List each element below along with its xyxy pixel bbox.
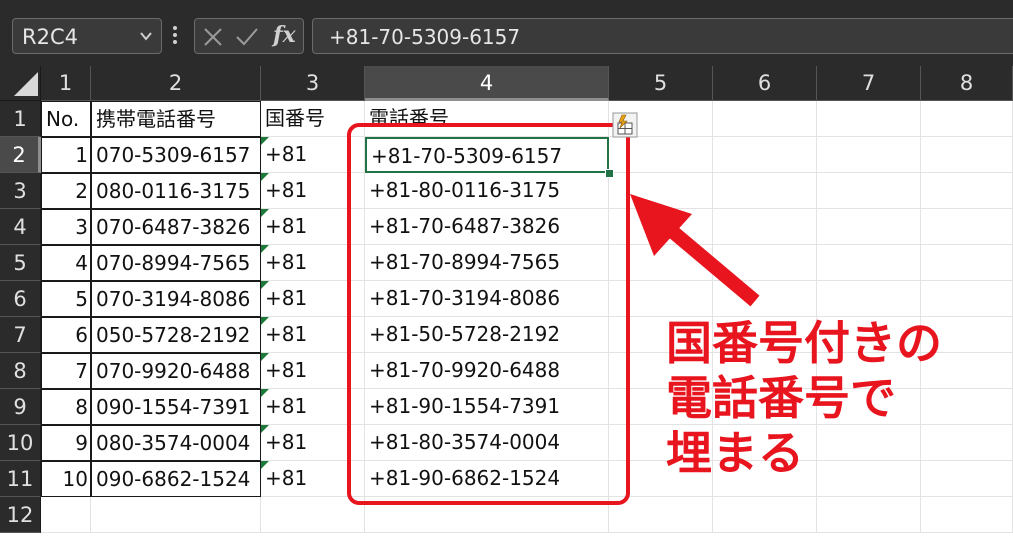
formula-bar: R2C4 fx +81-70-5309-6157	[0, 8, 1013, 66]
table-cell[interactable]	[817, 497, 921, 533]
row-header[interactable]: 10	[0, 425, 41, 461]
table-cell[interactable]	[817, 137, 921, 173]
table-cell[interactable]	[921, 281, 1013, 317]
table-cell[interactable]: 1	[41, 137, 91, 173]
select-all-icon	[14, 72, 38, 96]
select-all-button[interactable]	[0, 66, 41, 101]
error-indicator-icon	[261, 281, 269, 289]
header-cell[interactable]: No.	[41, 101, 91, 137]
table-cell[interactable]: 4	[41, 245, 91, 281]
table-cell[interactable]	[817, 245, 921, 281]
annotation-text: 国番号付きの 電話番号で 埋まる	[666, 316, 986, 481]
table-cell[interactable]: 3	[41, 209, 91, 245]
formula-input[interactable]: +81-70-5309-6157	[312, 18, 1013, 54]
row-header[interactable]: 11	[0, 461, 41, 497]
row-header[interactable]: 7	[0, 317, 41, 353]
annotation-line: 埋まる	[666, 426, 804, 480]
enter-icon[interactable]	[235, 27, 259, 47]
table-cell[interactable]	[817, 173, 921, 209]
error-indicator-icon	[261, 353, 269, 361]
table-cell[interactable]	[817, 281, 921, 317]
title-bar-strip	[0, 0, 1013, 8]
error-indicator-icon	[261, 461, 269, 469]
cancel-icon[interactable]	[203, 27, 223, 47]
table-cell[interactable]	[261, 497, 365, 533]
table-cell[interactable]: 080-3574-0004	[91, 425, 261, 461]
column-header[interactable]: 6	[713, 66, 817, 101]
table-cell[interactable]	[41, 497, 91, 533]
error-indicator-icon	[261, 173, 269, 181]
table-cell[interactable]: 070-5309-6157	[91, 137, 261, 173]
table-cell[interactable]: 10	[41, 461, 91, 497]
table-cell[interactable]: 7	[41, 353, 91, 389]
column-header[interactable]: 4	[365, 66, 609, 101]
column-header[interactable]: 8	[921, 66, 1013, 101]
column-header[interactable]: 5	[609, 66, 713, 101]
row-header[interactable]: 5	[0, 245, 41, 281]
error-indicator-icon	[261, 245, 269, 253]
table-cell[interactable]: 2	[41, 173, 91, 209]
name-box-value: R2C4	[22, 25, 78, 49]
table-cell[interactable]	[713, 101, 817, 137]
row-header[interactable]: 6	[0, 281, 41, 317]
flash-fill-options-icon[interactable]	[612, 112, 638, 138]
table-cell[interactable]: 6	[41, 317, 91, 353]
table-cell[interactable]: 5	[41, 281, 91, 317]
table-cell[interactable]	[817, 101, 921, 137]
annotation-line: 電話番号で	[666, 371, 896, 425]
column-header[interactable]: 7	[817, 66, 921, 101]
table-cell[interactable]: 070-3194-8086	[91, 281, 261, 317]
table-cell[interactable]	[921, 245, 1013, 281]
table-cell[interactable]	[921, 209, 1013, 245]
header-cell[interactable]: 携帯電話番号	[91, 101, 261, 137]
table-cell[interactable]: 070-8994-7565	[91, 245, 261, 281]
row-header[interactable]: 1	[0, 101, 41, 137]
more-options-icon[interactable]	[172, 25, 178, 45]
table-cell[interactable]: 090-1554-7391	[91, 389, 261, 425]
error-indicator-icon	[261, 209, 269, 217]
table-cell[interactable]: 090-6862-1524	[91, 461, 261, 497]
table-cell[interactable]: 8	[41, 389, 91, 425]
highlight-rectangle	[347, 123, 630, 505]
annotation-line: 国番号付きの	[666, 316, 942, 370]
table-cell[interactable]	[921, 173, 1013, 209]
table-cell[interactable]	[713, 137, 817, 173]
table-cell[interactable]: 9	[41, 425, 91, 461]
table-cell[interactable]: 080-0116-3175	[91, 173, 261, 209]
fx-icon[interactable]: fx	[273, 22, 296, 48]
table-cell[interactable]	[713, 497, 817, 533]
row-header[interactable]: 12	[0, 497, 41, 533]
column-header[interactable]: 2	[91, 66, 261, 101]
table-cell[interactable]: 070-9920-6488	[91, 353, 261, 389]
table-cell[interactable]	[817, 209, 921, 245]
error-indicator-icon	[261, 317, 269, 325]
row-header[interactable]: 3	[0, 173, 41, 209]
error-indicator-icon	[261, 389, 269, 397]
chevron-down-icon[interactable]	[139, 29, 153, 43]
formula-buttons: fx	[194, 18, 304, 54]
formula-value: +81-70-5309-6157	[329, 25, 521, 49]
column-header[interactable]: 3	[261, 66, 365, 101]
table-cell[interactable]: 050-5728-2192	[91, 317, 261, 353]
table-cell[interactable]	[91, 497, 261, 533]
table-cell[interactable]: 070-6487-3826	[91, 209, 261, 245]
error-indicator-icon	[261, 425, 269, 433]
row-header[interactable]: 4	[0, 209, 41, 245]
row-header[interactable]: 8	[0, 353, 41, 389]
table-cell[interactable]	[921, 101, 1013, 137]
row-header[interactable]: 9	[0, 389, 41, 425]
row-header[interactable]: 2	[0, 137, 41, 173]
error-indicator-icon	[261, 137, 269, 145]
table-cell[interactable]	[921, 497, 1013, 533]
name-box[interactable]: R2C4	[12, 18, 162, 54]
table-cell[interactable]	[921, 137, 1013, 173]
arrow-icon	[630, 194, 760, 307]
column-header[interactable]: 1	[41, 66, 91, 101]
